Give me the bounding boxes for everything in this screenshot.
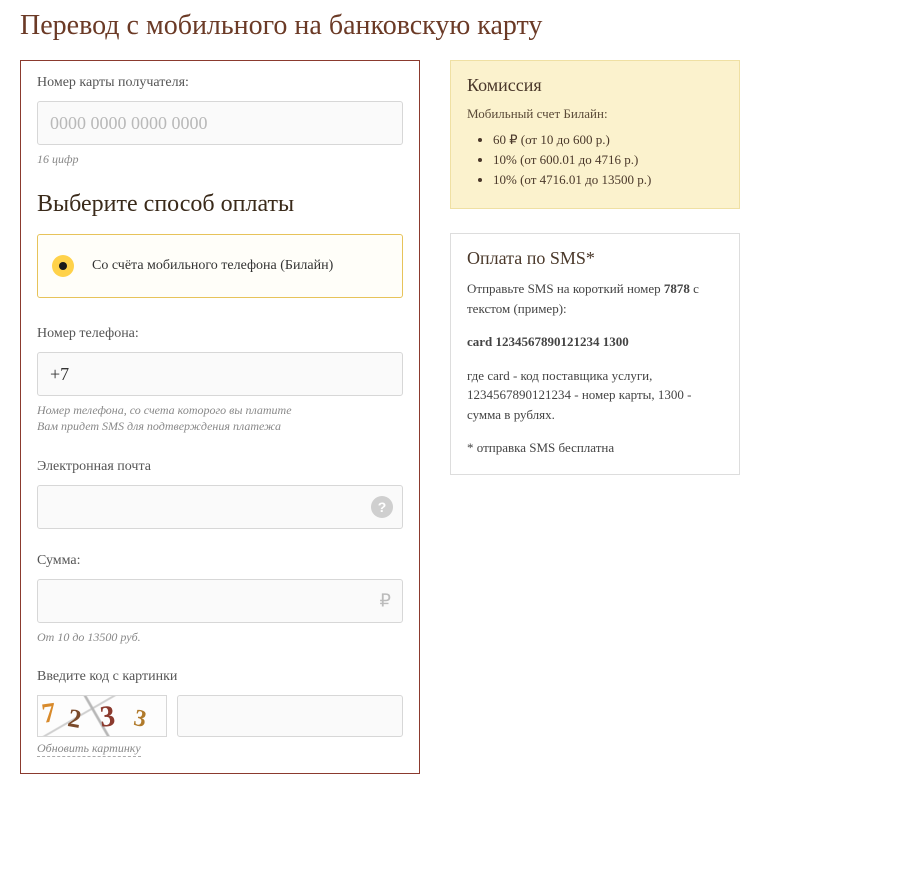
sms-box: Оплата по SMS* Отправьте SMS на короткий…	[450, 233, 740, 475]
card-number-hint: 16 цифр	[37, 151, 403, 167]
commission-item: 60 ₽ (от 10 до 600 р.)	[493, 132, 723, 148]
card-number-label: Номер карты получателя:	[37, 75, 403, 91]
transfer-form: Номер карты получателя: 16 цифр Выберите…	[20, 60, 420, 774]
page-title: Перевод с мобильного на банковскую карту	[20, 10, 879, 42]
help-icon[interactable]: ?	[371, 496, 393, 518]
commission-item: 10% (от 600.01 до 4716 р.)	[493, 152, 723, 168]
sms-title: Оплата по SMS*	[467, 248, 723, 269]
sms-example: card 1234567890121234 1300	[467, 332, 723, 352]
commission-list: 60 ₽ (от 10 до 600 р.) 10% (от 600.01 до…	[467, 132, 723, 188]
captcha-input[interactable]	[177, 695, 403, 737]
captcha-label: Введите код с картинки	[37, 669, 403, 685]
sms-intro: Отправьте SMS на короткий номер 7878 с т…	[467, 279, 723, 318]
captcha-refresh-link[interactable]: Обновить картинку	[37, 741, 141, 757]
payment-method-label: Со счёта мобильного телефона (Билайн)	[92, 257, 333, 276]
captcha-field: Введите код с картинки 7 2 3 3 Обновить …	[37, 669, 403, 757]
email-label: Электронная почта	[37, 459, 403, 475]
payment-method-title: Выберите способ оплаты	[37, 191, 403, 218]
phone-label: Номер телефона:	[37, 326, 403, 342]
ruble-icon: ₽	[380, 590, 391, 611]
amount-label: Сумма:	[37, 553, 403, 569]
captcha-image: 7 2 3 3	[37, 695, 167, 737]
commission-item: 10% (от 4716.01 до 13500 р.)	[493, 172, 723, 188]
amount-input[interactable]	[37, 579, 403, 623]
email-input[interactable]	[37, 485, 403, 529]
phone-input[interactable]	[37, 352, 403, 396]
commission-box: Комиссия Мобильный счет Билайн: 60 ₽ (от…	[450, 60, 740, 209]
amount-hint: От 10 до 13500 руб.	[37, 629, 403, 645]
card-number-field: Номер карты получателя: 16 цифр	[37, 75, 403, 167]
radio-selected-icon	[52, 255, 74, 277]
sms-note: * отправка SMS бесплатна	[467, 438, 723, 458]
phone-hint: Номер телефона, со счета которого вы пла…	[37, 402, 403, 434]
phone-field: Номер телефона: Номер телефона, со счета…	[37, 326, 403, 434]
card-number-input[interactable]	[37, 101, 403, 145]
commission-subtitle: Мобильный счет Билайн:	[467, 106, 723, 122]
commission-title: Комиссия	[467, 75, 723, 96]
amount-field: Сумма: ₽ От 10 до 13500 руб.	[37, 553, 403, 645]
email-field: Электронная почта ?	[37, 459, 403, 529]
sms-explain: где card - код поставщика услуги, 123456…	[467, 366, 723, 425]
payment-method-mobile[interactable]: Со счёта мобильного телефона (Билайн)	[37, 234, 403, 298]
